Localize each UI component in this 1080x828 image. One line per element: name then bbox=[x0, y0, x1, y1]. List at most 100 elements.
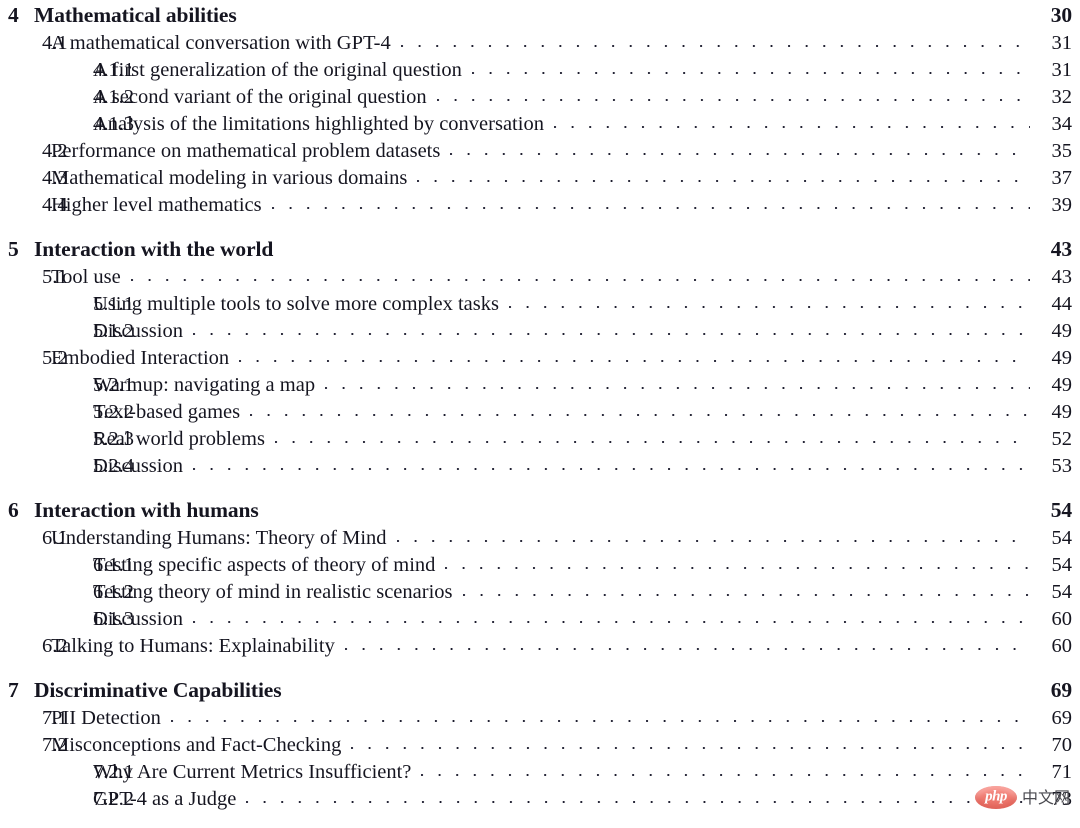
toc-entry-title: Real world problems bbox=[93, 428, 265, 450]
toc-entry-number: 5.2.1 bbox=[93, 374, 134, 396]
toc-dot-leader bbox=[417, 168, 1030, 189]
toc-entry-title: Tool use bbox=[51, 266, 121, 288]
toc-entry-page-number: 43 bbox=[1051, 266, 1073, 288]
toc-entry-number: 6.1.1 bbox=[93, 554, 134, 576]
toc-entry-page-number: 30 bbox=[1050, 3, 1072, 27]
toc-dot-leader bbox=[509, 294, 1030, 315]
toc-entry-number: 4.1.2 bbox=[93, 86, 134, 108]
toc-entry[interactable]: 4.1.1 A first generalization of the origi… bbox=[0, 57, 1080, 84]
toc-entry-number: 7 bbox=[8, 678, 19, 702]
toc-entry-page-number: 37 bbox=[1051, 167, 1073, 189]
toc-entry-page-number: 60 bbox=[1051, 608, 1073, 630]
toc-entry-number: 5.2.3 bbox=[93, 428, 134, 450]
toc-entry-number: 5 bbox=[8, 237, 19, 261]
toc-entry-page-number: 31 bbox=[1051, 59, 1073, 81]
toc-entry-number: 7.2.1 bbox=[93, 761, 134, 783]
toc-entry[interactable]: 4 Mathematical abilities 30 bbox=[0, 0, 1080, 30]
toc-entry-number: 6.1 bbox=[42, 527, 68, 549]
toc-entry[interactable]: 7.2.1 Why Are Current Metrics Insufficien… bbox=[0, 759, 1080, 786]
toc-entry-number: 5.2 bbox=[42, 347, 68, 369]
toc-dot-leader bbox=[421, 762, 1030, 783]
toc-dot-leader bbox=[250, 402, 1030, 423]
toc-entry[interactable]: 6.1.3 Discussion 60 bbox=[0, 606, 1080, 633]
toc-entry[interactable]: 4.3 Mathematical modeling in various doma… bbox=[0, 165, 1080, 192]
toc-dot-leader bbox=[445, 555, 1030, 576]
toc-entry-title: Warmup: navigating a map bbox=[93, 374, 316, 396]
toc-entry[interactable]: 5.2 Embodied Interaction 49 bbox=[0, 345, 1080, 372]
toc-entry-title: Discussion bbox=[93, 320, 183, 342]
toc-entry[interactable]: 5.1 Tool use 43 bbox=[0, 264, 1080, 291]
toc-entry[interactable]: 4.1.2 A second variant of the original qu… bbox=[0, 84, 1080, 111]
toc-entry-page-number: 49 bbox=[1051, 320, 1073, 342]
toc-entry-number: 4.1.1 bbox=[93, 59, 134, 81]
toc-dot-leader bbox=[272, 195, 1030, 216]
toc-entry-page-number: 49 bbox=[1051, 347, 1073, 369]
toc-entry-title: GPT-4 as a Judge bbox=[93, 788, 237, 810]
toc-dot-leader bbox=[450, 141, 1030, 162]
toc-entry[interactable]: 5.2.4 Discussion 53 bbox=[0, 453, 1080, 480]
toc-entry-title: Discussion bbox=[93, 608, 183, 630]
toc-entry-page-number: 71 bbox=[1051, 761, 1073, 783]
toc-dot-leader bbox=[472, 60, 1030, 81]
toc-dot-leader bbox=[325, 375, 1030, 396]
toc-entry-title: Performance on mathematical problem data… bbox=[51, 140, 441, 162]
toc-entry[interactable]: 7.2.2 GPT-4 as a Judge 73 bbox=[0, 786, 1080, 813]
toc-entry[interactable]: 4.4 Higher level mathematics 39 bbox=[0, 192, 1080, 219]
toc-entry[interactable]: 4.1.3 Analysis of the limitations highlig… bbox=[0, 111, 1080, 138]
toc-entry-page-number: 69 bbox=[1051, 707, 1073, 729]
toc-entry-number: 7.1 bbox=[42, 707, 68, 729]
toc-entry[interactable]: 5.2.2 Text-based games 49 bbox=[0, 399, 1080, 426]
toc-entry[interactable]: 5.1.1 Using multiple tools to solve more … bbox=[0, 291, 1080, 318]
toc-entry-title: Embodied Interaction bbox=[51, 347, 230, 369]
toc-entry-number: 4.3 bbox=[42, 167, 68, 189]
toc-entry-number: 7.2.2 bbox=[93, 788, 134, 810]
toc-entry-title: Mathematical abilities bbox=[34, 3, 237, 27]
toc-entry[interactable]: 4.2 Performance on mathematical problem d… bbox=[0, 138, 1080, 165]
toc-dot-leader bbox=[193, 609, 1030, 630]
toc-entry-number: 6.1.3 bbox=[93, 608, 134, 630]
toc-dot-leader bbox=[275, 429, 1030, 450]
toc-entry[interactable]: 5.1.2 Discussion 49 bbox=[0, 318, 1080, 345]
toc-entry-number: 4.1.3 bbox=[93, 113, 134, 135]
toc-entry-number: 5.2.4 bbox=[93, 455, 134, 477]
table-of-contents: 4 Mathematical abilities 30 4.1 A mathematic… bbox=[0, 0, 1080, 828]
toc-dot-leader bbox=[171, 708, 1030, 729]
toc-entry-page-number: 54 bbox=[1051, 527, 1073, 549]
toc-entry-number: 6.2 bbox=[42, 635, 68, 657]
toc-entry-title: Understanding Humans: Theory of Mind bbox=[51, 527, 387, 549]
toc-entry-number: 5.1.2 bbox=[93, 320, 134, 342]
toc-entry-page-number: 35 bbox=[1051, 140, 1073, 162]
toc-entry[interactable]: 6.1 Understanding Humans: Theory of Mind 5… bbox=[0, 525, 1080, 552]
toc-entry[interactable]: 6 Interaction with humans 54 bbox=[0, 495, 1080, 525]
toc-entry-title: Testing specific aspects of theory of mi… bbox=[93, 554, 436, 576]
toc-entry[interactable]: 7 Discriminative Capabilities 69 bbox=[0, 675, 1080, 705]
toc-entry-page-number: 69 bbox=[1050, 678, 1072, 702]
toc-entry[interactable]: 7.1 PII Detection 69 bbox=[0, 705, 1080, 732]
toc-entry-page-number: 43 bbox=[1050, 237, 1072, 261]
toc-entry[interactable]: 6.1.1 Testing specific aspects of theory … bbox=[0, 552, 1080, 579]
toc-entry-title: A first generalization of the original q… bbox=[93, 59, 462, 81]
toc-entry-title: A second variant of the original questio… bbox=[93, 86, 427, 108]
toc-dot-leader bbox=[193, 321, 1030, 342]
toc-entry[interactable]: 6.2 Talking to Humans: Explainability 60 bbox=[0, 633, 1080, 660]
toc-entry-page-number: 49 bbox=[1051, 401, 1073, 423]
toc-entry-title: Text-based games bbox=[93, 401, 241, 423]
toc-entry-page-number: 73 bbox=[1051, 788, 1073, 810]
toc-entry[interactable]: 6.1.2 Testing theory of mind in realistic… bbox=[0, 579, 1080, 606]
toc-entry-title: Mathematical modeling in various domains bbox=[51, 167, 408, 189]
toc-entry-title: Talking to Humans: Explainability bbox=[51, 635, 335, 657]
toc-dot-leader bbox=[401, 33, 1030, 54]
toc-entry-page-number: 44 bbox=[1051, 293, 1073, 315]
toc-entry-page-number: 31 bbox=[1051, 32, 1073, 54]
toc-dot-leader bbox=[193, 456, 1030, 477]
toc-entry-title: Analysis of the limitations highlighted … bbox=[93, 113, 544, 135]
toc-entry[interactable]: 5.2.3 Real world problems 52 bbox=[0, 426, 1080, 453]
toc-entry[interactable]: 7.2 Misconceptions and Fact-Checking 70 bbox=[0, 732, 1080, 759]
toc-entry-number: 5.2.2 bbox=[93, 401, 134, 423]
toc-entry-number: 5.1.1 bbox=[93, 293, 134, 315]
toc-dot-leader bbox=[397, 528, 1030, 549]
toc-entry[interactable]: 4.1 A mathematical conversation with GPT-… bbox=[0, 30, 1080, 57]
toc-entry[interactable]: 5 Interaction with the world 43 bbox=[0, 234, 1080, 264]
toc-entry-title: Interaction with humans bbox=[34, 498, 259, 522]
toc-entry[interactable]: 5.2.1 Warmup: navigating a map 49 bbox=[0, 372, 1080, 399]
